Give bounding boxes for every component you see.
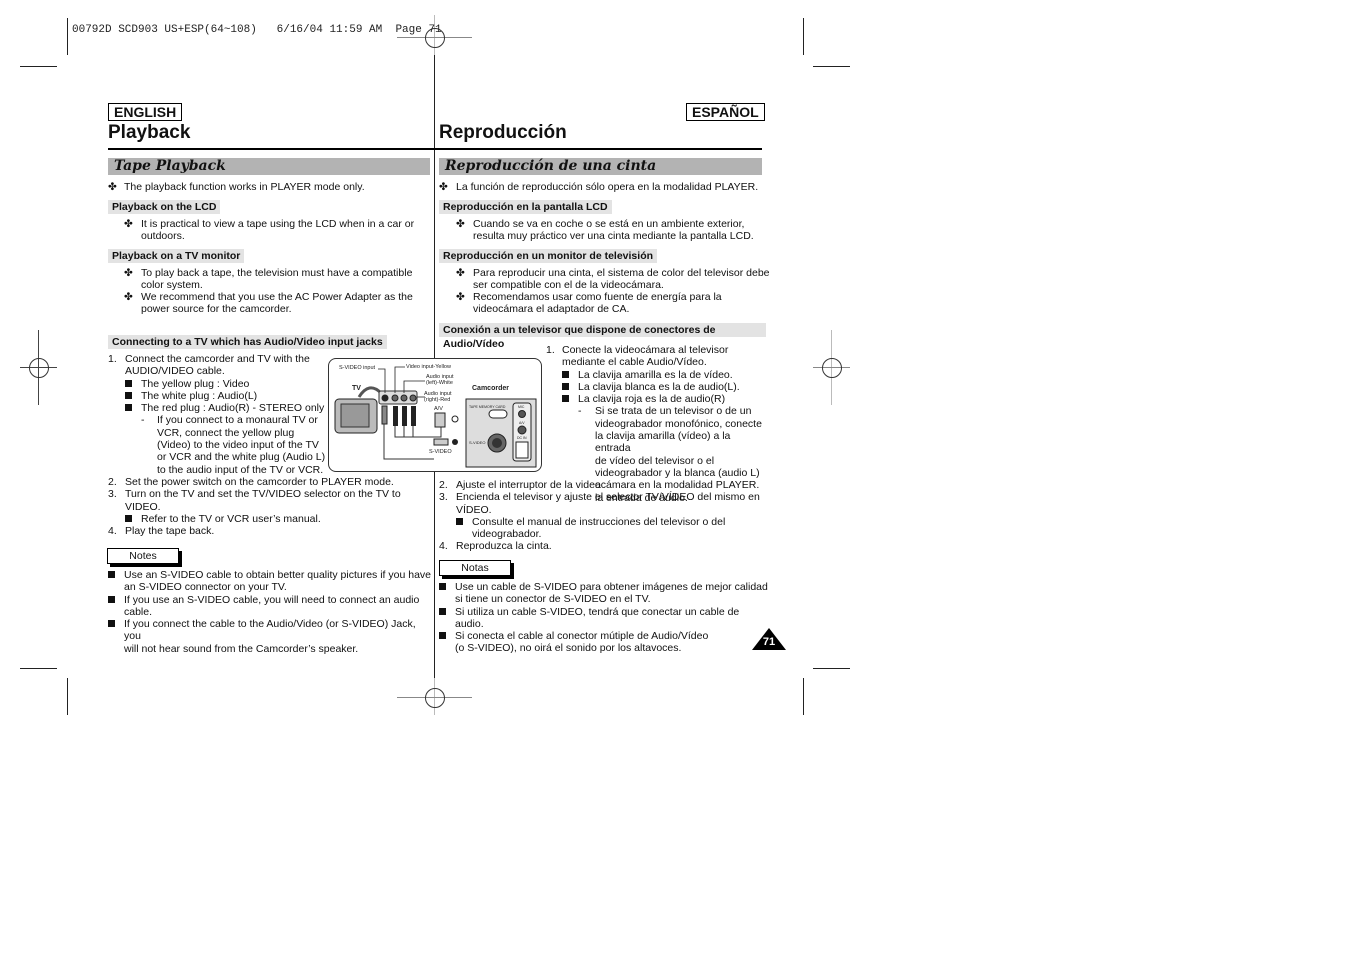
title-rule bbox=[434, 148, 762, 150]
crop-mark bbox=[813, 668, 850, 669]
crop-mark bbox=[20, 668, 57, 669]
video-input-label: Video input-Yellow bbox=[406, 364, 451, 370]
page-title-spanish: Reproducción bbox=[439, 122, 567, 143]
page-number: 71 bbox=[762, 636, 776, 648]
intro-english: ✤ The playback function works in PLAYER … bbox=[108, 181, 365, 193]
tv-bullet-english: ✤ We recommend that you use the AC Power… bbox=[124, 291, 413, 316]
step-2: 2. Set the power switch on the camcorder … bbox=[108, 475, 394, 488]
note-item: Si utiliza un cable S-VIDEO, tendrá que … bbox=[439, 606, 769, 631]
note-item: If you connect the cable to the Audio/Vi… bbox=[108, 618, 433, 655]
tv-bullet-english: ✤ To play back a tape, the television mu… bbox=[124, 267, 413, 292]
square-bullet-icon bbox=[108, 620, 115, 628]
step-3-sub: Refer to the TV or VCR user’s manual. bbox=[108, 513, 428, 525]
square-bullet-icon bbox=[456, 517, 463, 525]
av-label: A/V bbox=[434, 406, 443, 412]
bullet-icon: ✤ bbox=[124, 291, 133, 303]
cam-mic-label: MIC bbox=[518, 405, 525, 409]
tv-label: TV bbox=[352, 385, 361, 392]
cam-av-label: A/V bbox=[519, 421, 525, 425]
page-title-english: Playback bbox=[108, 122, 191, 143]
step-1: 1. Conecte la videocámara al televisor med… bbox=[546, 344, 729, 369]
notes-label-spanish: Notas bbox=[439, 560, 511, 576]
square-bullet-icon bbox=[108, 571, 115, 578]
square-bullet-icon bbox=[562, 395, 569, 403]
subheading-lcd-spanish: Reproducción en la pantalla LCD bbox=[439, 200, 612, 214]
step-2: 2. Ajuste el interruptor de la videocámar… bbox=[439, 479, 760, 491]
note-item: If you use an S-VIDEO cable, you will ne… bbox=[108, 594, 433, 619]
cam-switch-label: TAPE MEMORY CARD bbox=[469, 405, 506, 409]
bullet-icon: ✤ bbox=[439, 181, 448, 193]
crop-mark bbox=[803, 18, 804, 55]
note-item: Use an S-VIDEO cable to obtain better qu… bbox=[108, 569, 433, 594]
title-rule bbox=[108, 148, 434, 150]
print-slug: 00792D SCD903 US+ESP(64~108) 6/16/04 11:… bbox=[72, 24, 442, 36]
note-item: Si conecta el cable al conector mútiple … bbox=[439, 630, 769, 655]
tv-bullet-spanish: ✤ Recomendamos usar como fuente de energ… bbox=[456, 291, 722, 316]
square-bullet-icon bbox=[125, 379, 132, 387]
step-4: 4. Play the tape back. bbox=[108, 525, 215, 538]
audio-right-label: Audio input (right)-Red bbox=[424, 391, 452, 403]
crop-mark bbox=[813, 66, 850, 67]
audio-left-label: Audio input (left)-White bbox=[426, 374, 454, 386]
cam-dcin-label: DC IN bbox=[517, 436, 527, 440]
language-label-spanish: ESPAÑOL bbox=[686, 103, 765, 121]
lcd-bullet-spanish: ✤ Cuando se va en coche o se está en un … bbox=[456, 218, 754, 243]
step-3-sub: Consulte el manual de instrucciones del … bbox=[439, 516, 769, 541]
bullet-icon: ✤ bbox=[108, 181, 117, 193]
bullet-icon: ✤ bbox=[456, 291, 465, 303]
square-bullet-icon bbox=[108, 595, 115, 603]
subheading-connect-spanish: Conexión a un televisor que dispone de c… bbox=[439, 323, 766, 350]
steps-spanish-bottom: 2. Ajuste el interruptor de la videocámar… bbox=[439, 479, 769, 553]
crop-mark bbox=[67, 678, 68, 715]
square-bullet-icon bbox=[125, 391, 132, 399]
step-3: 3. Encienda el televisor y ajuste el sele… bbox=[439, 491, 760, 516]
square-bullet-icon bbox=[562, 370, 569, 378]
svideo-cable-label: S-VIDEO bbox=[429, 449, 452, 455]
bullet-icon: ✤ bbox=[124, 267, 133, 279]
plug-item: La clavija amarilla es la de vídeo. bbox=[546, 369, 768, 381]
plug-item: La clavija blanca es la de audio(L). bbox=[546, 381, 768, 393]
subheading-tv-spanish: Reproducción en un monitor de televisión bbox=[439, 249, 658, 263]
notes-spanish: Use un cable de S-VIDEO para obtener imá… bbox=[439, 581, 769, 655]
subheading-connect-english: Connecting to a TV which has Audio/Video… bbox=[108, 335, 387, 349]
square-bullet-icon bbox=[125, 404, 132, 412]
square-bullet-icon bbox=[439, 607, 446, 615]
crop-mark bbox=[20, 66, 57, 67]
square-bullet-icon bbox=[562, 382, 569, 390]
connection-diagram: S-VIDEO input Video input-Yellow Audio i… bbox=[328, 358, 542, 472]
step-3: 3. Turn on the TV and set the TV/VIDEO se… bbox=[108, 488, 401, 513]
camcorder-label: Camcorder bbox=[472, 385, 509, 392]
square-bullet-icon bbox=[125, 514, 132, 522]
svideo-input-label: S-VIDEO input bbox=[339, 365, 376, 371]
lcd-bullet-english: ✤ It is practical to view a tape using t… bbox=[124, 218, 415, 243]
bullet-icon: ✤ bbox=[124, 218, 133, 230]
tv-icon bbox=[334, 386, 383, 434]
step-4: 4. Reproduzca la cinta. bbox=[439, 540, 552, 553]
section-header-english: Tape Playback bbox=[108, 158, 430, 175]
square-bullet-icon bbox=[439, 583, 446, 590]
crop-mark bbox=[803, 678, 804, 715]
intro-spanish: ✤ La función de reproducción sólo opera … bbox=[439, 181, 759, 193]
language-label-english: ENGLISH bbox=[108, 103, 183, 121]
crop-mark bbox=[67, 18, 68, 55]
note-item: Use un cable de S-VIDEO para obtener imá… bbox=[439, 581, 769, 606]
section-header-spanish: Reproducción de una cinta bbox=[439, 158, 762, 175]
camcorder-icon bbox=[465, 398, 537, 468]
bullet-icon: ✤ bbox=[456, 267, 465, 279]
subheading-lcd-english: Playback on the LCD bbox=[108, 200, 221, 214]
bullet-icon: ✤ bbox=[456, 218, 465, 230]
subheading-tv-english: Playback on a TV monitor bbox=[108, 249, 245, 263]
plug-item: La clavija roja es la de audio(R) bbox=[546, 393, 768, 405]
square-bullet-icon bbox=[439, 632, 446, 640]
notes-label-english: Notes bbox=[107, 548, 179, 564]
tv-bullet-spanish: ✤ Para reproducir una cinta, el sistema … bbox=[456, 267, 770, 292]
notes-english: Use an S-VIDEO cable to obtain better qu… bbox=[108, 569, 433, 655]
cam-svideo-label: S-VIDEO bbox=[469, 440, 486, 445]
